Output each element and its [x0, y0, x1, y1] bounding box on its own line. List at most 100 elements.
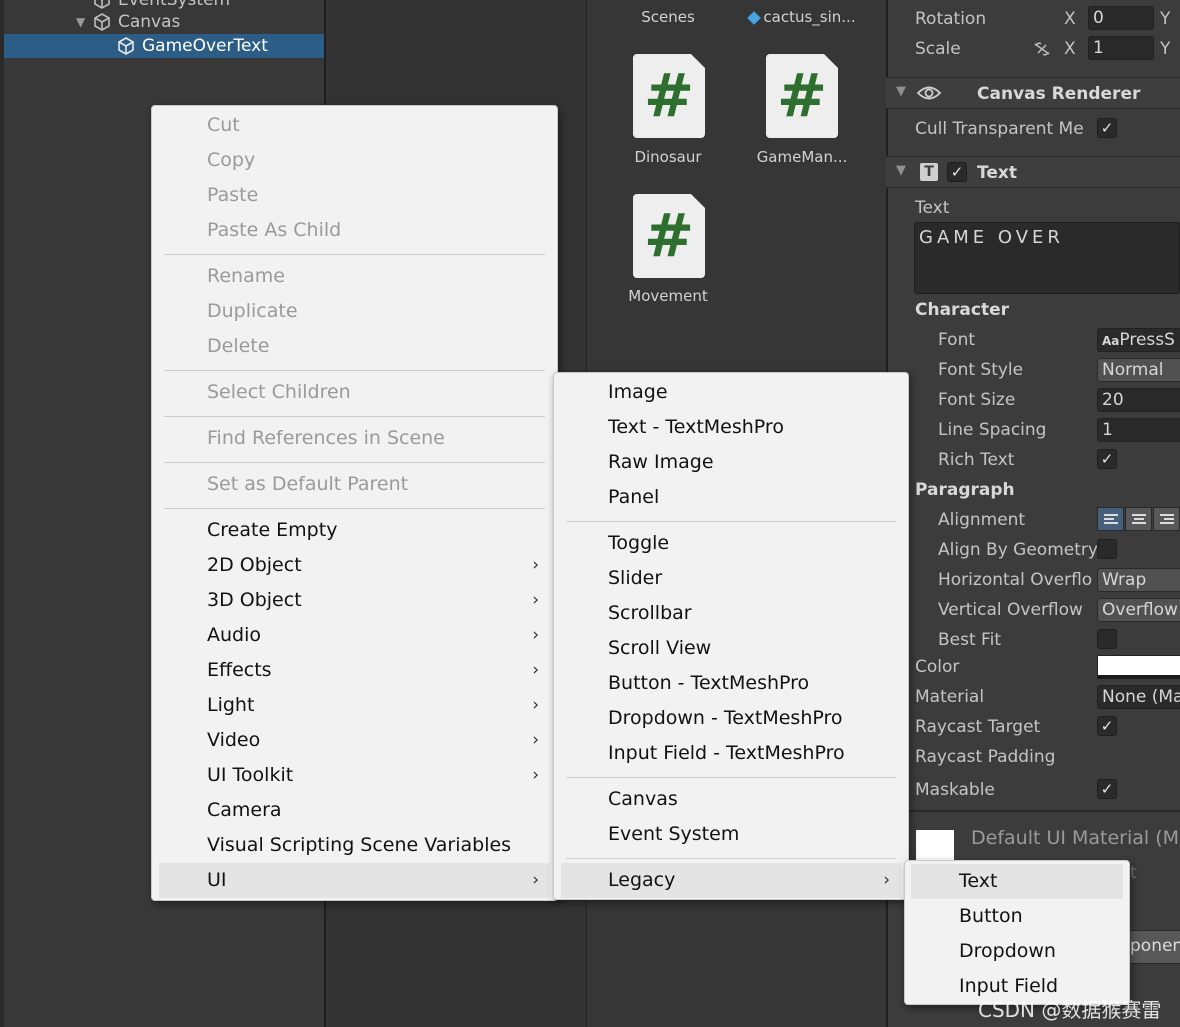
menu-item-toggle[interactable]: Toggle [554, 526, 908, 561]
menu-separator [566, 858, 896, 859]
horizontal-overflow-dropdown[interactable]: Wrap [1097, 568, 1180, 592]
text-component-title: Text [977, 163, 1017, 183]
constrain-proportions-icon[interactable] [1032, 41, 1052, 57]
scale-x-label[interactable]: X [1064, 39, 1076, 59]
menu-item-legacy-button[interactable]: Button [905, 899, 1129, 934]
menu-item-cut[interactable]: Cut [152, 108, 557, 143]
menu-item-camera[interactable]: Camera [152, 793, 557, 828]
menu-item-light[interactable]: Light › [152, 688, 557, 723]
menu-item-legacy-dropdown[interactable]: Dropdown [905, 934, 1129, 969]
raycast-padding-label[interactable]: Raycast Padding [915, 747, 1055, 767]
asset-folder-scenes[interactable]: Scenes [603, 8, 733, 26]
rotation-x-field[interactable]: 0 [1088, 6, 1154, 30]
font-field[interactable]: AaPressS [1097, 328, 1180, 352]
cull-transparent-checkbox[interactable]: ✓ [1097, 118, 1117, 138]
menu-item-delete[interactable]: Delete [152, 329, 557, 364]
menu-item-ui-toolkit[interactable]: UI Toolkit › [152, 758, 557, 793]
paragraph-section-label: Paragraph [915, 480, 1015, 500]
hierarchy-item-label: Canvas [118, 12, 181, 32]
menu-separator [566, 777, 896, 778]
csharp-script-icon[interactable]: # [766, 54, 838, 138]
text-component-icon: T [920, 163, 938, 181]
menu-item-select-children[interactable]: Select Children [152, 375, 557, 410]
rotation-y-label[interactable]: Y [1160, 9, 1170, 29]
scale-y-label[interactable]: Y [1160, 39, 1170, 59]
foldout-arrow-icon[interactable]: ▼ [896, 84, 906, 99]
menu-item-paste[interactable]: Paste [152, 178, 557, 213]
menu-item-panel[interactable]: Panel [554, 480, 908, 515]
menu-item-visual-scripting-scene-variables[interactable]: Visual Scripting Scene Variables [152, 828, 557, 863]
rotation-label: Rotation [915, 9, 987, 29]
raycast-target-checkbox[interactable]: ✓ [1097, 716, 1117, 736]
csharp-script-icon[interactable]: # [633, 54, 705, 138]
chevron-right-icon: › [532, 625, 539, 645]
menu-item-audio[interactable]: Audio › [152, 618, 557, 653]
maskable-label: Maskable [915, 780, 995, 800]
menu-item-set-default-parent[interactable]: Set as Default Parent [152, 467, 557, 502]
best-fit-checkbox[interactable] [1097, 629, 1117, 649]
text-content-area[interactable]: GAME OVER [914, 222, 1180, 294]
hierarchy-item-gameovertext[interactable]: GameOverText [4, 34, 324, 58]
font-field-value: PressS [1119, 330, 1175, 350]
menu-item-ui[interactable]: UI › [159, 863, 550, 898]
menu-item-event-system[interactable]: Event System [554, 817, 908, 852]
rotation-x-label[interactable]: X [1064, 9, 1076, 29]
menu-item-legacy[interactable]: Legacy › [561, 863, 901, 898]
menu-item-duplicate[interactable]: Duplicate [152, 294, 557, 329]
csharp-script-icon[interactable]: # [633, 194, 705, 278]
menu-item-scroll-view[interactable]: Scroll View [554, 631, 908, 666]
menu-separator [566, 521, 896, 522]
align-center-button[interactable] [1125, 507, 1152, 531]
add-component-button[interactable]: ponen [1125, 930, 1180, 964]
menu-item-create-empty[interactable]: Create Empty [152, 513, 557, 548]
rich-text-checkbox[interactable]: ✓ [1097, 449, 1117, 469]
font-size-field[interactable]: 20 [1097, 388, 1180, 412]
scale-label: Scale [915, 39, 961, 59]
font-style-dropdown[interactable]: Normal [1097, 358, 1180, 382]
menu-item-legacy-text[interactable]: Text [911, 864, 1123, 899]
menu-separator [164, 370, 545, 371]
scale-x-field[interactable]: 1 [1088, 36, 1154, 60]
color-swatch[interactable] [1097, 655, 1180, 679]
asset-script-movement[interactable]: Movement [603, 287, 733, 305]
align-left-button[interactable] [1097, 507, 1124, 531]
menu-item-text-textmeshpro[interactable]: Text - TextMeshPro [554, 410, 908, 445]
menu-item-2d-object[interactable]: 2D Object › [152, 548, 557, 583]
menu-item-scrollbar[interactable]: Scrollbar [554, 596, 908, 631]
vertical-overflow-dropdown[interactable]: Overflow [1097, 598, 1180, 622]
menu-item-image[interactable]: Image [554, 375, 908, 410]
menu-item-slider[interactable]: Slider [554, 561, 908, 596]
text-component-enabled-checkbox[interactable]: ✓ [947, 162, 967, 182]
menu-item-label: 3D Object [207, 589, 302, 611]
foldout-arrow-icon[interactable]: ▼ [896, 163, 906, 178]
menu-item-video[interactable]: Video › [152, 723, 557, 758]
menu-item-find-references[interactable]: Find References in Scene [152, 421, 557, 456]
gameobject-cube-icon [94, 13, 110, 31]
menu-item-rename[interactable]: Rename [152, 259, 557, 294]
menu-item-copy[interactable]: Copy [152, 143, 557, 178]
chevron-right-icon: › [532, 590, 539, 610]
line-spacing-label: Line Spacing [938, 420, 1047, 440]
line-spacing-field[interactable]: 1 [1097, 418, 1180, 442]
add-component-label: ponen [1130, 936, 1180, 956]
menu-item-effects[interactable]: Effects › [152, 653, 557, 688]
align-right-button[interactable] [1153, 507, 1180, 531]
material-preview-thumbnail [916, 830, 954, 864]
menu-item-canvas[interactable]: Canvas [554, 782, 908, 817]
align-by-geometry-checkbox[interactable] [1097, 539, 1117, 559]
menu-item-button-textmeshpro[interactable]: Button - TextMeshPro [554, 666, 908, 701]
asset-prefab-cactus[interactable]: cactus_sin... [737, 8, 867, 26]
font-style-label: Font Style [938, 360, 1024, 380]
menu-item-3d-object[interactable]: 3D Object › [152, 583, 557, 618]
asset-script-gamemanager[interactable]: GameMan... [737, 148, 867, 166]
chevron-right-icon: › [532, 765, 539, 785]
hierarchy-item-canvas[interactable]: ▼ Canvas [76, 10, 180, 34]
menu-item-input-field-textmeshpro[interactable]: Input Field - TextMeshPro [554, 736, 908, 771]
material-field[interactable]: None (Ma [1097, 685, 1180, 709]
fold-arrow-icon[interactable]: ▼ [76, 15, 92, 29]
menu-item-raw-image[interactable]: Raw Image [554, 445, 908, 480]
menu-item-paste-as-child[interactable]: Paste As Child [152, 213, 557, 248]
asset-script-dinosaur[interactable]: Dinosaur [603, 148, 733, 166]
maskable-checkbox[interactable]: ✓ [1097, 779, 1117, 799]
menu-item-dropdown-textmeshpro[interactable]: Dropdown - TextMeshPro [554, 701, 908, 736]
